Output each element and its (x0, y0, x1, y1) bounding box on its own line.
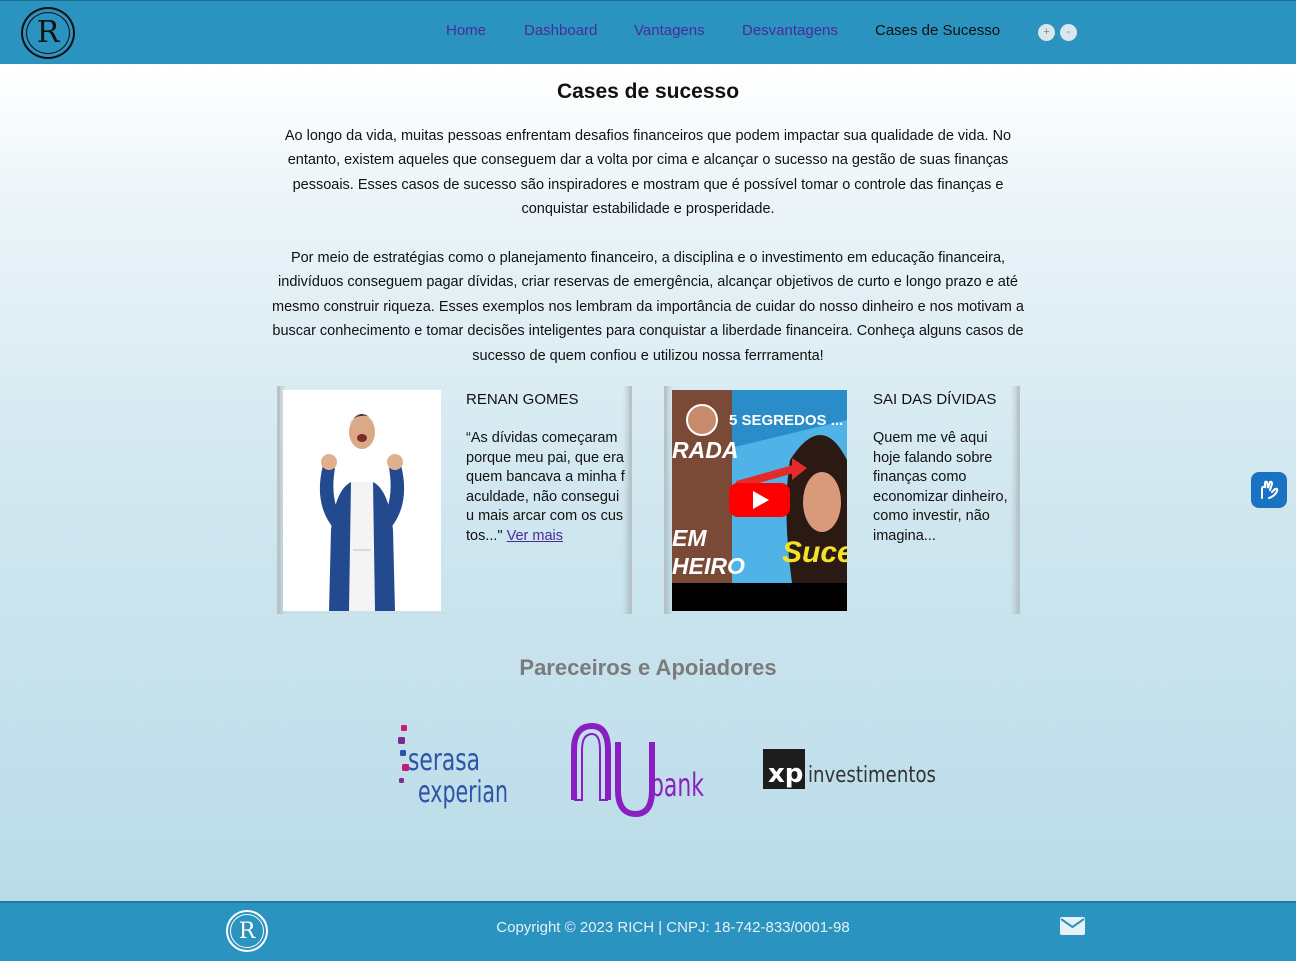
nav-desvantagens[interactable]: Desvantagens (742, 22, 838, 39)
font-decrease-button[interactable]: - (1060, 24, 1077, 41)
nubank-logo[interactable]: bank (570, 720, 706, 818)
case-quote: Quem me vê aqui hoje falando sobre finan… (873, 430, 1008, 544)
strategy-paragraph: Por meio de estratégias como o planejame… (272, 250, 1024, 364)
success-case-card: RENAN GOMES “As dívidas começaram porque… (277, 386, 632, 614)
video-thumbnail-image: 5 SEGREDOS ... RADA EM HEIRO Suce (672, 390, 847, 611)
xp-logo-image: xp investimentos (763, 749, 936, 789)
footer: R Copyright © 2023 RICH | CNPJ: 18-742-8… (0, 901, 1296, 961)
case-photo (283, 390, 441, 611)
partners-title: Pareceiros e Apoiadores (519, 655, 777, 680)
nubank-logo-image: bank (571, 722, 704, 818)
nav-menu: Home Dashboard Vantagens Desvantagens Ca… (0, 22, 1296, 42)
person-celebrating-image (283, 390, 441, 611)
video-caption: RADA (672, 437, 738, 463)
intro-paragraph: Ao longo da vida, muitas pessoas enfrent… (284, 128, 1012, 218)
nav-home[interactable]: Home (446, 22, 486, 39)
nav-vantagens[interactable]: Vantagens (634, 22, 705, 39)
xp-mark: xp (768, 759, 803, 789)
success-case-card: 5 SEGREDOS ... RADA EM HEIRO Suce SAI DA… (664, 386, 1020, 614)
case-quote-text: “As dívidas começaram porque meu pai, qu… (466, 430, 625, 544)
video-caption: EM (672, 525, 707, 551)
font-increase-button[interactable]: + (1038, 24, 1055, 41)
serasa-experian-logo[interactable]: serasa experian (396, 722, 511, 814)
video-caption: Suce (782, 536, 847, 569)
xp-investimentos-logo[interactable]: xp investimentos (762, 748, 938, 792)
serasa-text: serasa (408, 743, 480, 778)
video-title: 5 SEGREDOS ... (729, 412, 843, 429)
nubank-text: bank (650, 766, 704, 804)
serasa-logo-image: serasa experian (398, 725, 508, 810)
video-thumbnail[interactable]: 5 SEGREDOS ... RADA EM HEIRO Suce (672, 390, 847, 611)
envelope-icon[interactable] (1060, 917, 1085, 935)
copyright-text: Copyright © 2023 RICH | CNPJ: 18-742-833… (496, 919, 850, 936)
page-title: Cases de sucesso (556, 80, 740, 103)
read-more-link[interactable]: Ver mais (507, 528, 563, 544)
xp-text: investimentos (808, 763, 936, 788)
top-navbar: R Home Dashboard Vantagens Desvantagens … (0, 0, 1296, 64)
case-title: RENAN GOMES (466, 391, 579, 408)
video-caption: HEIRO (672, 553, 745, 579)
accessibility-button[interactable] (1251, 472, 1287, 508)
case-title: SAI DAS DÍVIDAS (873, 391, 997, 408)
nav-cases-de-sucesso[interactable]: Cases de Sucesso (875, 22, 1000, 39)
sign-language-hands-icon (1261, 480, 1279, 499)
experian-text: experian (418, 775, 508, 810)
case-quote: “As dívidas começaram porque meu pai, qu… (466, 429, 626, 546)
nav-dashboard[interactable]: Dashboard (524, 22, 597, 39)
